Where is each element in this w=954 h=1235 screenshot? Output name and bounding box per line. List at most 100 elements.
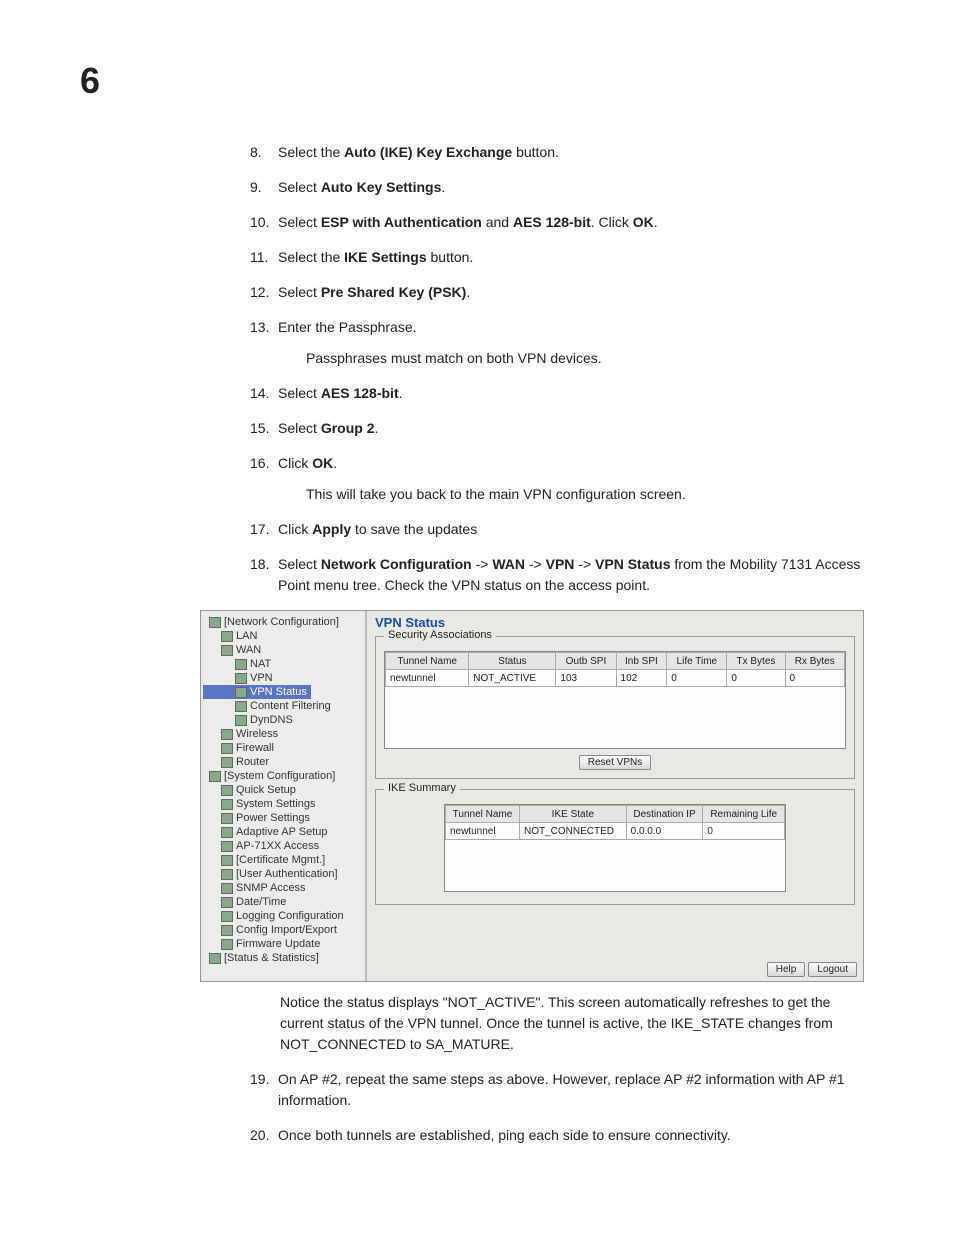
tree-icon: [221, 785, 233, 796]
step-item: 19.On AP #2, repeat the same steps as ab…: [250, 1069, 864, 1111]
table-cell: 0: [667, 670, 727, 687]
step-text: Enter the Passphrase.Passphrases must ma…: [278, 317, 864, 369]
table-cell: newtunnel: [386, 670, 469, 687]
step-item: 8.Select the Auto (IKE) Key Exchange but…: [250, 142, 864, 163]
pane-title: VPN Status: [375, 615, 855, 630]
tree-icon: [235, 715, 247, 726]
tree-item[interactable]: [User Authentication]: [203, 867, 363, 881]
step-text: Select Group 2.: [278, 418, 864, 439]
table-cell: 0: [703, 823, 785, 840]
tree-item[interactable]: WAN: [203, 643, 363, 657]
tree-item[interactable]: Logging Configuration: [203, 909, 363, 923]
step-item: 10.Select ESP with Authentication and AE…: [250, 212, 864, 233]
step-subtext: This will take you back to the main VPN …: [306, 484, 864, 505]
tree-item[interactable]: Router: [203, 755, 363, 769]
ike-summary-group: IKE Summary Tunnel NameIKE StateDestinat…: [375, 789, 855, 905]
step-item: 12.Select Pre Shared Key (PSK).: [250, 282, 864, 303]
tree-icon: [235, 687, 247, 698]
step-number: 10.: [250, 212, 278, 233]
group-title: Security Associations: [384, 629, 496, 641]
step-number: 13.: [250, 317, 278, 369]
table-header: Tunnel Name: [386, 653, 469, 670]
table-cell: 0.0.0.0: [626, 823, 703, 840]
vpn-status-screenshot: [Network Configuration]LANWANNATVPNVPN S…: [200, 610, 864, 982]
step-number: 20.: [250, 1125, 278, 1146]
chapter-number: 6: [80, 60, 864, 102]
tree-item[interactable]: Wireless: [203, 727, 363, 741]
step-text: Select Network Configuration -> WAN -> V…: [278, 554, 864, 596]
step-item: 16.Click OK.This will take you back to t…: [250, 453, 864, 505]
reset-vpns-button[interactable]: Reset VPNs: [579, 755, 651, 770]
tree-icon: [209, 617, 221, 628]
tree-icon: [221, 743, 233, 754]
tree-item[interactable]: Firewall: [203, 741, 363, 755]
step-text: Select Pre Shared Key (PSK).: [278, 282, 864, 303]
table-header: Rx Bytes: [785, 653, 845, 670]
tree-icon: [221, 841, 233, 852]
table-cell: 102: [616, 670, 667, 687]
tree-item[interactable]: VPN: [203, 671, 363, 685]
table-header: Remaining Life: [703, 806, 785, 823]
tree-item[interactable]: Date/Time: [203, 895, 363, 909]
main-pane: VPN Status Security Associations Tunnel …: [367, 611, 863, 981]
step-number: 12.: [250, 282, 278, 303]
tree-item[interactable]: SNMP Access: [203, 881, 363, 895]
table-header: Destination IP: [626, 806, 703, 823]
tree-item[interactable]: DynDNS: [203, 713, 363, 727]
step-item: 11.Select the IKE Settings button.: [250, 247, 864, 268]
tree-item[interactable]: Quick Setup: [203, 783, 363, 797]
tree-icon: [221, 897, 233, 908]
after-screenshot-paragraph: Notice the status displays "NOT_ACTIVE".…: [280, 992, 864, 1055]
tree-icon: [221, 631, 233, 642]
step-number: 16.: [250, 453, 278, 505]
footer-buttons: Help Logout: [767, 962, 857, 977]
tree-icon: [235, 673, 247, 684]
step-text: Select the Auto (IKE) Key Exchange butto…: [278, 142, 864, 163]
group-title: IKE Summary: [384, 782, 460, 794]
tree-icon: [221, 939, 233, 950]
tree-item[interactable]: [Certificate Mgmt.]: [203, 853, 363, 867]
tree-item[interactable]: [Status & Statistics]: [203, 951, 363, 965]
tree-icon: [221, 869, 233, 880]
tree-item[interactable]: VPN Status: [203, 685, 311, 699]
tree-item[interactable]: [Network Configuration]: [203, 615, 363, 629]
tree-item[interactable]: AP-71XX Access: [203, 839, 363, 853]
table-cell: 0: [727, 670, 785, 687]
step-text: Select AES 128-bit.: [278, 383, 864, 404]
logout-button[interactable]: Logout: [808, 962, 857, 977]
table-header: Outb SPI: [556, 653, 616, 670]
step-subtext: Passphrases must match on both VPN devic…: [306, 348, 864, 369]
tree-icon: [221, 729, 233, 740]
step-number: 8.: [250, 142, 278, 163]
tree-item[interactable]: Firmware Update: [203, 937, 363, 951]
step-text: Select Auto Key Settings.: [278, 177, 864, 198]
nav-tree: [Network Configuration]LANWANNATVPNVPN S…: [201, 611, 367, 981]
table-cell: NOT_CONNECTED: [519, 823, 626, 840]
tree-item[interactable]: NAT: [203, 657, 363, 671]
tree-icon: [221, 827, 233, 838]
tree-icon: [221, 925, 233, 936]
tree-icon: [221, 883, 233, 894]
tree-item[interactable]: Content Filtering: [203, 699, 363, 713]
tree-item[interactable]: Adaptive AP Setup: [203, 825, 363, 839]
step-text: Select the IKE Settings button.: [278, 247, 864, 268]
tree-item[interactable]: Power Settings: [203, 811, 363, 825]
help-button[interactable]: Help: [767, 962, 806, 977]
step-item: 17.Click Apply to save the updates: [250, 519, 864, 540]
tree-item[interactable]: [System Configuration]: [203, 769, 363, 783]
tree-icon: [209, 953, 221, 964]
tree-item[interactable]: Config Import/Export: [203, 923, 363, 937]
tree-icon: [221, 813, 233, 824]
sa-table: Tunnel NameStatusOutb SPIInb SPILife Tim…: [385, 652, 845, 687]
tree-item[interactable]: LAN: [203, 629, 363, 643]
step-item: 14.Select AES 128-bit.: [250, 383, 864, 404]
tree-icon: [209, 771, 221, 782]
step-item: 9.Select Auto Key Settings.: [250, 177, 864, 198]
table-header: Life Time: [667, 653, 727, 670]
tree-icon: [221, 855, 233, 866]
steps-list: 8.Select the Auto (IKE) Key Exchange but…: [250, 142, 864, 596]
step-text: Once both tunnels are established, ping …: [278, 1125, 864, 1146]
table-cell: 0: [785, 670, 845, 687]
table-header: Status: [469, 653, 556, 670]
tree-item[interactable]: System Settings: [203, 797, 363, 811]
